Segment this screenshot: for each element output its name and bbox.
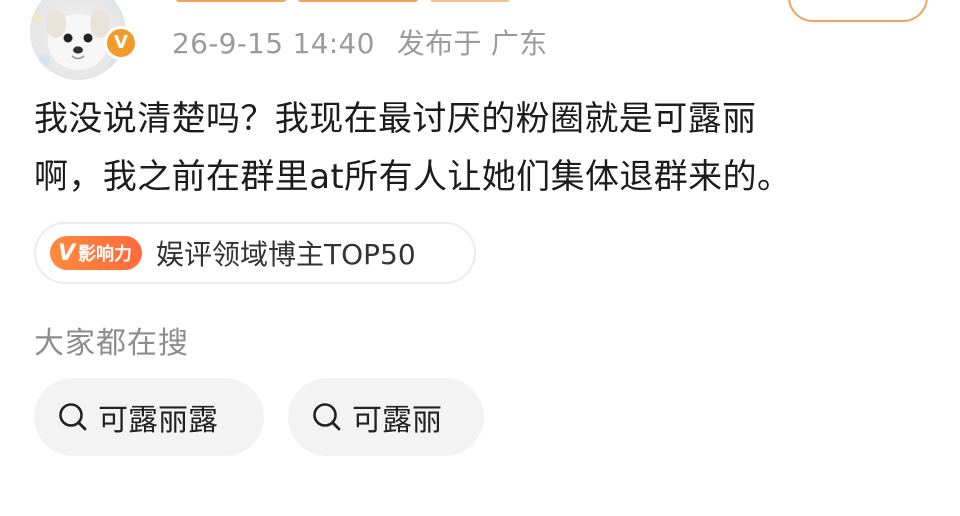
search-chip[interactable]: 可露丽 xyxy=(288,378,484,456)
search-chip[interactable]: 可露丽露 xyxy=(34,378,264,456)
verified-mark: V xyxy=(114,32,128,53)
member-badge-fragment xyxy=(430,0,510,2)
username-fragment xyxy=(298,0,418,2)
search-chip-label: 可露丽 xyxy=(352,403,442,438)
influence-badge-text: 影响力 xyxy=(78,244,133,265)
username-fragment xyxy=(176,0,286,2)
post-body: 我没说清楚吗？我现在最讨厌的粉圈就是可露丽 啊，我之前在群里at所有人让她们集体… xyxy=(34,90,934,206)
weibo-post-card: ✦ V 26-9-15 14:40 发布于 广东 我没说清楚吗？我现在最讨厌的粉圈… xyxy=(0,0,960,516)
influence-tag[interactable]: V 影响力 娱评领域博主TOP50 xyxy=(34,222,476,284)
post-timestamp: 26-9-15 14:40 xyxy=(172,27,375,60)
post-text-line: 啊，我之前在群里at所有人让她们集体退群来的。 xyxy=(34,157,792,197)
username-cropped[interactable] xyxy=(176,0,516,6)
search-icon xyxy=(313,403,341,431)
plus-icon xyxy=(790,0,928,22)
trending-search-title: 大家都在搜 xyxy=(34,326,189,361)
follow-button[interactable] xyxy=(788,0,928,22)
v-icon: V xyxy=(58,240,76,266)
search-chip-label: 可露丽露 xyxy=(98,403,218,438)
post-location: 发布于 广东 xyxy=(396,27,548,60)
post-meta: 26-9-15 14:40 发布于 广东 xyxy=(172,22,547,62)
influence-label: 娱评领域博主TOP50 xyxy=(156,238,416,271)
post-text-line: 我没说清楚吗？我现在最讨厌的粉圈就是可露丽 xyxy=(34,99,757,139)
sparkle-icon: ✦ xyxy=(28,6,45,30)
verified-badge-icon: V xyxy=(104,26,138,60)
search-icon xyxy=(59,403,87,431)
influence-badge: V 影响力 xyxy=(50,236,143,270)
